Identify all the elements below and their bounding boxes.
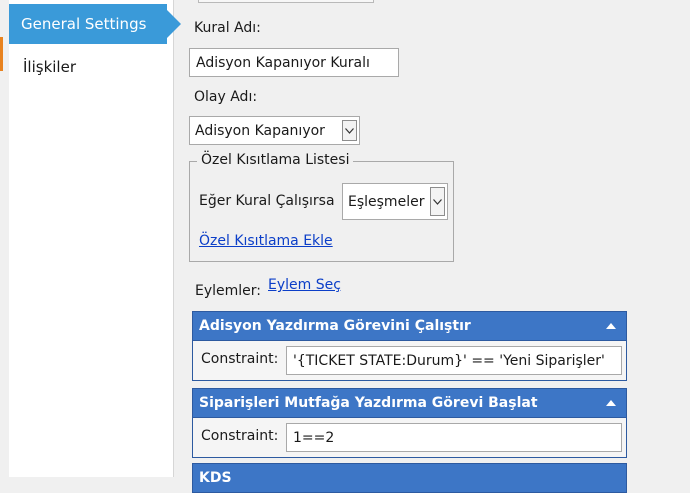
sidebar-item-relations[interactable]: İlişkiler <box>9 52 167 82</box>
sidebar-item-label: İlişkiler <box>23 58 76 76</box>
sidebar-item-general-settings[interactable]: General Settings <box>9 4 181 44</box>
collapse-arrow-icon[interactable] <box>606 400 616 406</box>
sidebar-item-label: General Settings <box>21 15 147 33</box>
event-name-label: Olay Adı: <box>194 89 258 105</box>
rule-name-label: Kural Adı: <box>194 20 261 36</box>
constraint-value: 1==2 <box>293 429 335 446</box>
constraint-input[interactable]: 1==2 <box>286 423 622 452</box>
left-accent-strip <box>0 37 3 71</box>
constraint-value: '{TICKET STATE:Durum}' == 'Yeni Siparişl… <box>293 352 605 369</box>
choose-action-link[interactable]: Eylem Seç <box>268 277 341 293</box>
action-title: Siparişleri Mutfağa Yazdırma Görevi Başl… <box>199 395 538 411</box>
sidebar: General Settings İlişkiler <box>9 0 181 477</box>
rule-name-value: Adisyon Kapanıyor Kuralı <box>196 54 370 71</box>
constraint-input[interactable]: '{TICKET STATE:Durum}' == 'Yeni Siparişl… <box>286 346 622 375</box>
event-name-value: Adisyon Kapanıyor <box>195 122 325 139</box>
chevron-down-icon[interactable] <box>342 120 357 141</box>
rule-name-input[interactable]: Adisyon Kapanıyor Kuralı <box>189 48 399 77</box>
action-panel-body: Constraint: '{TICKET STATE:Durum}' == 'Y… <box>192 341 627 381</box>
top-tab-stub <box>198 0 374 3</box>
matches-dropdown[interactable]: Eşleşmeler <box>342 183 448 220</box>
collapse-arrow-icon[interactable] <box>606 323 616 329</box>
action-panel-header[interactable]: KDS <box>192 463 627 493</box>
matches-value: Eşleşmeler <box>348 193 425 210</box>
action-panel-header[interactable]: Siparişleri Mutfağa Yazdırma Görevi Başl… <box>192 388 627 418</box>
action-title: Adisyon Yazdırma Görevini Çalıştır <box>199 318 471 334</box>
constraint-label: Constraint: <box>201 428 279 444</box>
chevron-down-icon[interactable] <box>430 187 445 216</box>
actions-label: Eylemler: <box>195 283 262 299</box>
event-name-dropdown[interactable]: Adisyon Kapanıyor <box>189 116 360 145</box>
action-panel-header[interactable]: Adisyon Yazdırma Görevini Çalıştır <box>192 311 627 341</box>
action-title: KDS <box>199 470 232 486</box>
if-rule-runs-label: Eğer Kural Çalışırsa <box>199 193 335 209</box>
constraint-group-title: Özel Kısıtlama Listesi <box>197 152 354 168</box>
constraint-label: Constraint: <box>201 351 279 367</box>
add-constraint-link[interactable]: Özel Kısıtlama Ekle <box>199 233 333 249</box>
action-panel-body: Constraint: 1==2 <box>192 418 627 458</box>
